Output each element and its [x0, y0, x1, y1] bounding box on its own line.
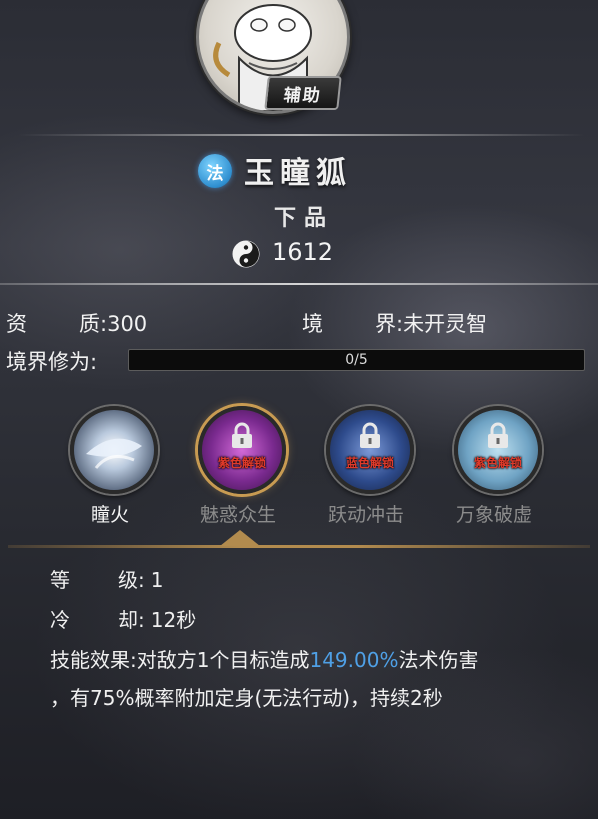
selected-skill-pointer	[220, 530, 260, 546]
stat-realm-value: 未开灵智	[403, 312, 488, 336]
skill-cooldown-row: 冷 却: 12秒	[50, 610, 196, 630]
skill-effect-text: 法术伤害	[398, 648, 479, 672]
skill-cooldown-label-a: 冷	[50, 608, 70, 632]
skill-effect-highlight: 149.00%	[309, 648, 399, 672]
pet-grade: 下品	[274, 205, 335, 231]
realm-progress-bar: 0/5	[128, 349, 585, 371]
unlock-requirement: 紫色解锁	[473, 456, 522, 470]
eye-fire-icon	[74, 410, 154, 490]
skill-slot-3[interactable]: 蓝色解锁	[326, 406, 414, 494]
stat-realm-label-b: 界:	[375, 312, 404, 336]
stat-aptitude-label-a: 资	[6, 312, 27, 336]
lock-wrap	[202, 422, 282, 450]
stat-aptitude-value: 300	[107, 312, 148, 336]
lock-icon	[360, 422, 380, 448]
lock-wrap	[330, 422, 410, 450]
role-badge: 辅助	[264, 76, 342, 110]
skill-slot-1[interactable]	[70, 406, 158, 494]
skill-level-value: 1	[150, 568, 164, 592]
lock-icon	[232, 422, 252, 448]
skill-name[interactable]: 万象破虚	[434, 500, 554, 527]
skill-level-label-b: 级:	[118, 568, 145, 592]
stat-realm: 境 界:未开灵智	[302, 308, 487, 338]
unlock-requirement: 紫色解锁	[217, 456, 266, 470]
skill-level-row: 等 级: 1	[50, 570, 163, 590]
skill-name[interactable]: 瞳火	[50, 500, 170, 527]
yin-yang-icon	[232, 240, 260, 268]
stat-aptitude-label-b: 质:	[79, 312, 108, 336]
magic-type-icon: 法	[198, 154, 232, 188]
lock-wrap	[458, 422, 538, 450]
divider	[8, 545, 590, 548]
stat-aptitude: 资 质:300	[6, 308, 147, 338]
skill-cooldown-value: 12秒	[150, 608, 197, 632]
lock-icon	[488, 422, 508, 448]
skill-cooldown-label-b: 却:	[118, 608, 145, 632]
divider	[18, 134, 584, 136]
divider	[0, 283, 598, 285]
realm-progress-text: 0/5	[345, 352, 368, 368]
stat-realm-label-a: 境	[302, 312, 323, 336]
skill-slot-4[interactable]: 紫色解锁	[454, 406, 542, 494]
skill-effect-continuation: ，有75%概率附加定身(无法行动)，持续2秒	[50, 686, 443, 710]
skill-effect-label: 技能效果:	[50, 648, 137, 672]
skill-level-label-a: 等	[50, 568, 70, 592]
skill-effect-text: 对敌方1个目标造成	[136, 648, 310, 672]
skill-name[interactable]: 跃动冲击	[306, 500, 426, 527]
skill-name[interactable]: 魅惑众生	[178, 500, 298, 527]
skill-effect-row: 技能效果:对敌方1个目标造成149.00%法术伤害	[50, 650, 478, 670]
unlock-requirement: 蓝色解锁	[345, 456, 394, 470]
realm-progress-label: 境界修为:	[6, 350, 98, 374]
pet-name: 玉瞳狐	[244, 156, 352, 191]
combat-power-value: 1612	[272, 238, 334, 266]
skill-slot-2[interactable]: 紫色解锁	[198, 406, 286, 494]
